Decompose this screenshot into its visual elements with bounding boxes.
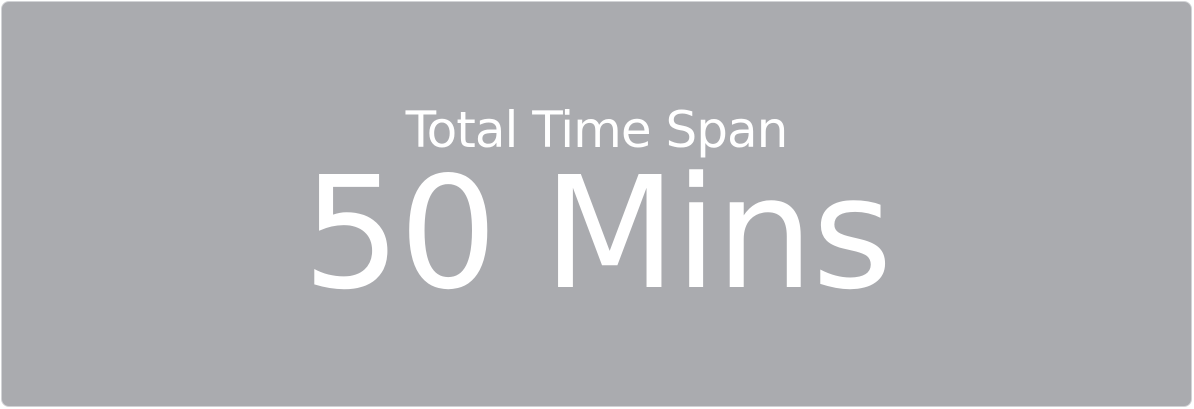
- total-time-span-card: Total Time Span 50 Mins: [1, 1, 1192, 407]
- metric-value: 50 Mins: [302, 143, 892, 324]
